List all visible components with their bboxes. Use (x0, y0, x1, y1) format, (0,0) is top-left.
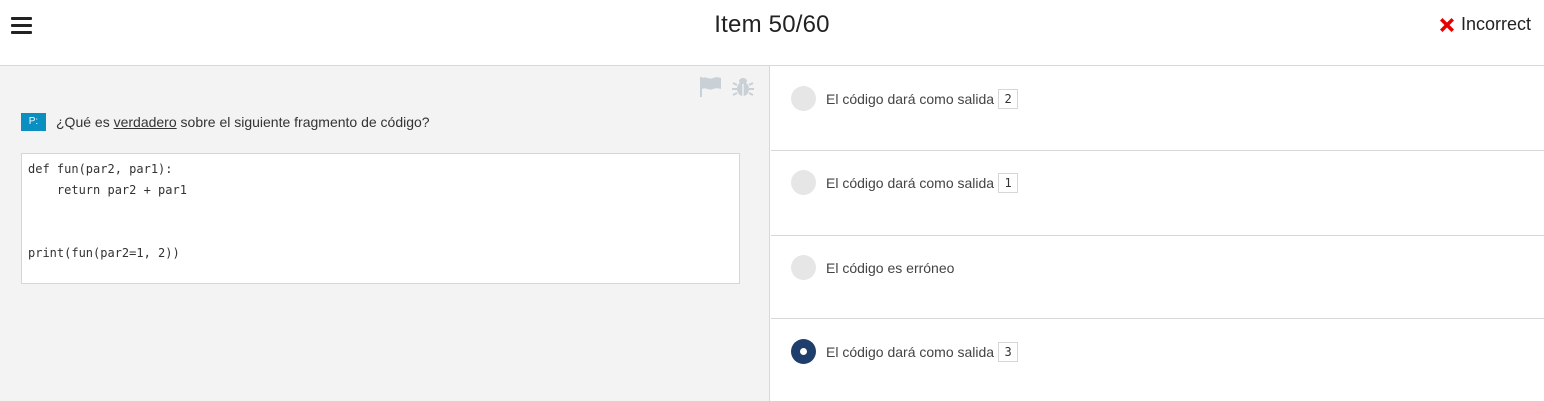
answer-text: El código dará como salida (826, 174, 995, 191)
answer-row: El código dará como salida 3 (791, 339, 1019, 364)
question-prompt: P: ¿Qué es verdadero sobre el siguiente … (21, 113, 430, 131)
answer-text: El código dará como salida (826, 343, 995, 360)
code-snippet: def fun(par2, par1): return par2 + par1 … (21, 153, 740, 284)
flag-icon[interactable] (699, 76, 723, 98)
question-tools (699, 76, 755, 98)
answer-row: El código dará como salida 1 (791, 170, 1019, 195)
top-bar: Item 50/60 Incorrect (0, 0, 1544, 66)
answer-option-3[interactable]: El código es erróneo (771, 236, 1544, 319)
radio-button[interactable] (791, 255, 816, 280)
code-text: def fun(par2, par1): return par2 + par1 … (28, 162, 187, 260)
answer-option-1[interactable]: El código dará como salida 2 (771, 66, 1544, 151)
result-status: Incorrect (1437, 14, 1531, 35)
item-counter: Item 50/60 (714, 11, 830, 38)
question-text-start: ¿Qué es (56, 114, 114, 130)
bug-icon[interactable] (731, 76, 755, 98)
red-x-icon (1439, 17, 1454, 32)
answer-code: 2 (998, 88, 1019, 109)
answer-option-4[interactable]: El código dará como salida 3 (771, 319, 1544, 401)
result-label: Incorrect (1460, 14, 1531, 34)
answer-row: El código es erróneo (791, 255, 954, 280)
answer-text: El código dará como salida (826, 90, 995, 107)
answer-row: El código dará como salida 2 (791, 86, 1019, 111)
radio-button[interactable] (791, 86, 816, 111)
question-text-end: sobre el siguiente fragmento de código? (176, 114, 430, 130)
radio-button[interactable] (791, 170, 816, 195)
answer-panel: El código dará como salida 2 El código d… (771, 66, 1544, 401)
question-panel: P: ¿Qué es verdadero sobre el siguiente … (0, 66, 770, 401)
answer-option-2[interactable]: El código dará como salida 1 (771, 151, 1544, 236)
radio-button-selected[interactable] (791, 339, 816, 364)
question-badge: P: (21, 113, 46, 131)
question-text: ¿Qué es verdadero sobre el siguiente fra… (56, 114, 430, 130)
answer-code: 1 (998, 172, 1019, 193)
question-text-emphasis: verdadero (113, 114, 177, 130)
answer-text: El código es erróneo (826, 259, 955, 276)
answer-code: 3 (998, 341, 1019, 362)
